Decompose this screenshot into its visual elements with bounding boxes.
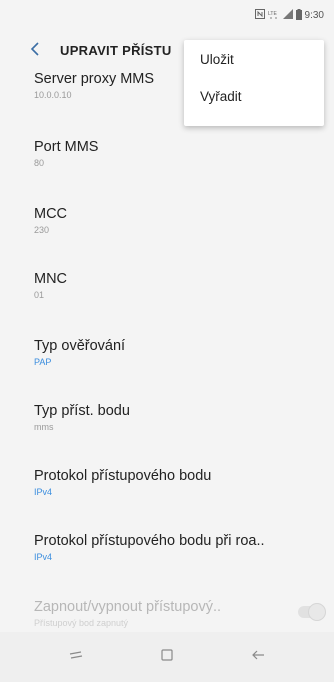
- svg-text:LTE: LTE: [268, 11, 277, 17]
- navigation-bar: [0, 632, 334, 682]
- setting-item-mnc[interactable]: MNC 01: [34, 260, 334, 327]
- signal-icon: [282, 9, 293, 21]
- setting-item-apn-protocol[interactable]: Protokol přístupového bodu IPv4: [34, 457, 334, 522]
- page-title: UPRAVIT PŘÍSTU: [60, 42, 172, 58]
- setting-item-apn-type[interactable]: Typ příst. bodu mms: [34, 392, 334, 457]
- setting-title: Port MMS: [34, 139, 99, 155]
- status-time: 9:30: [304, 9, 324, 21]
- setting-title: Protokol přístupového bodu: [34, 468, 212, 484]
- recent-apps-icon[interactable]: [56, 648, 96, 666]
- home-icon[interactable]: [147, 648, 187, 667]
- overflow-menu: Uložit Vyřadit: [184, 40, 324, 126]
- menu-item-save[interactable]: Uložit: [184, 52, 324, 89]
- apn-enable-toggle[interactable]: [298, 603, 326, 621]
- status-bar: LTE 9:30: [0, 0, 334, 30]
- lte-icon: LTE: [268, 9, 280, 21]
- toggle-knob: [308, 603, 326, 621]
- setting-value: 230: [34, 225, 50, 235]
- setting-title: Zapnout/vypnout přístupový..: [34, 599, 221, 615]
- setting-item-mcc[interactable]: MCC 230: [34, 195, 334, 260]
- setting-value: 01: [34, 290, 45, 300]
- setting-title: Protokol přístupového bodu při roa..: [34, 533, 265, 549]
- nfc-icon: [254, 9, 265, 21]
- setting-value: Přístupový bod zapnutý: [34, 618, 129, 628]
- setting-value: mms: [34, 422, 54, 432]
- back-icon[interactable]: [238, 648, 278, 666]
- setting-value: IPv4: [34, 487, 53, 497]
- back-arrow-icon[interactable]: [30, 40, 50, 61]
- menu-item-discard[interactable]: Vyřadit: [184, 89, 324, 126]
- battery-icon: [295, 8, 302, 22]
- settings-list: Server proxy MMS 10.0.0.10 Port MMS 80 M…: [0, 70, 334, 638]
- setting-value: IPv4: [34, 552, 53, 562]
- setting-value: PAP: [34, 357, 52, 367]
- setting-title: MCC: [34, 206, 68, 222]
- setting-item-auth-type[interactable]: Typ ověřování PAP: [34, 327, 334, 392]
- setting-title: Typ příst. bodu: [34, 403, 130, 419]
- setting-value: 80: [34, 158, 45, 168]
- setting-item-roaming-protocol[interactable]: Protokol přístupového bodu při roa.. IPv…: [34, 522, 334, 588]
- setting-title: MNC: [34, 271, 68, 287]
- setting-item-port[interactable]: Port MMS 80: [34, 128, 334, 195]
- setting-title: Typ ověřování: [34, 338, 126, 354]
- setting-item-apn-toggle[interactable]: Zapnout/vypnout přístupový.. Přístupový …: [34, 588, 334, 638]
